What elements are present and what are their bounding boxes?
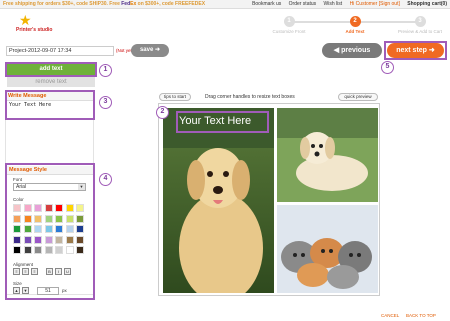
photo-kittens[interactable]: [277, 205, 378, 293]
star-icon: ★: [19, 12, 32, 28]
step-number: 1: [283, 16, 295, 27]
step-customize-front[interactable]: 1 Customize Front: [262, 16, 316, 34]
highlight-write-message: [5, 90, 95, 120]
order-status-link[interactable]: Order status: [289, 1, 317, 7]
highlight-text-box: [176, 111, 269, 133]
highlight-message-style: [5, 163, 95, 300]
previous-button[interactable]: ◀ previous: [322, 43, 382, 58]
site-logo[interactable]: ★ Printer's studio: [15, 12, 52, 37]
quick-preview-button[interactable]: quick preview: [338, 93, 378, 101]
step-label: Preview & Add to Cart: [397, 29, 443, 34]
bookmark-link[interactable]: Bookmark us: [252, 1, 281, 7]
highlight-add-text: [5, 62, 97, 77]
step-add-text: 2 Add Text: [328, 16, 382, 34]
signin-status[interactable]: Hi Customer [Sign out]: [350, 1, 400, 7]
cancel-link[interactable]: CANCEL: [381, 313, 399, 318]
cart-link[interactable]: Shopping cart(0): [407, 1, 447, 7]
step-number: 3: [414, 16, 426, 27]
callout-1: 1: [99, 64, 112, 77]
promo-bar: Free shipping for orders $30+, code SHIP…: [0, 0, 450, 9]
logo-text: Printer's studio: [16, 27, 53, 33]
highlight-next-step: [384, 41, 447, 60]
progress-steps: 1 Customize Front 2 Add Text 3 Preview &…: [262, 16, 447, 40]
step-label: Add Text: [345, 29, 365, 34]
account-links: Bookmark us Order status Wish list Hi Cu…: [246, 1, 447, 7]
arrow-left-icon: ◀: [333, 47, 340, 54]
step-number: 2: [349, 16, 361, 27]
promo-text: Free shipping for orders $30+, code SHIP…: [3, 1, 205, 7]
callout-4: 4: [99, 173, 112, 186]
callout-3: 3: [99, 96, 112, 109]
photo-golden-retriever[interactable]: [163, 108, 274, 293]
tips-button[interactable]: tips to start: [159, 93, 191, 101]
step-label: Customize Front: [272, 29, 306, 34]
fedex-logo-fed: Fed: [121, 1, 131, 7]
project-name-input[interactable]: Project-2012-09-07 17:34: [6, 46, 114, 56]
back-to-top-link[interactable]: BACK TO TOP: [406, 313, 436, 318]
save-label: save: [139, 47, 154, 53]
arrow-right-icon: ➜: [155, 47, 161, 53]
step-preview: 3 Preview & Add to Cart: [393, 16, 447, 34]
promo-lead: Free shipping for orders $30+, code SHIP…: [3, 1, 122, 7]
save-button[interactable]: save ➜: [131, 44, 169, 57]
callout-2: 2: [156, 106, 169, 119]
callout-5: 5: [381, 61, 394, 74]
photo-lying-dog[interactable]: [277, 108, 378, 202]
drag-hint: Drag corner handles to resize text boxes: [205, 94, 295, 100]
wish-list-link[interactable]: Wish list: [324, 1, 343, 7]
previous-label: previous: [341, 47, 371, 54]
promo-tail: on $300+, code FREEFEDEX: [136, 1, 206, 7]
remove-text-button[interactable]: remove text: [7, 77, 95, 87]
